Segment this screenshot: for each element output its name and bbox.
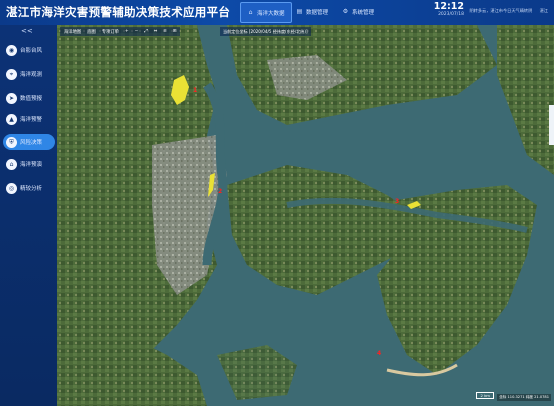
sidebar-item-label: 海洋预警 [20, 117, 43, 123]
house-icon: ⌂ [6, 158, 17, 170]
sidebar-item-label: 海洋观测 [20, 72, 43, 78]
map-marker-2[interactable]: 2 [218, 188, 222, 195]
sidebar-item-numerical-forecast[interactable]: ➤ 数值预报 [3, 90, 55, 106]
clock-date: 2023/07/18 [438, 12, 464, 17]
measure-icon[interactable]: ⇔ [154, 29, 158, 34]
map-imagery [57, 25, 554, 406]
satellite-map[interactable]: 1 2 3 4 2 km 坐标 110.3271 纬度 21.0781 [57, 25, 554, 406]
weather-info: 阴转多云，湛江市今日天气晴转阴 湛江 [469, 8, 548, 14]
special-order-button[interactable]: 专项订单 [102, 29, 119, 35]
sidebar-item-label: 数值预报 [20, 96, 43, 102]
nav-tab-label: 数据管理 [306, 9, 329, 16]
database-icon: ▤ [296, 7, 303, 15]
weather-text: 阴转多云，湛江市今日天气晴转阴 [469, 8, 533, 13]
map-scale-bar: 2 km [476, 392, 494, 399]
top-header: 湛江市海洋灾害预警辅助决策技术应用平台 ⌂ 海洋大数据 ▤ 数据管理 ⚙ 系统管… [0, 0, 554, 26]
sidebar-item-typhoon[interactable]: ◉ 台影台风 [3, 42, 55, 58]
sidebar-item-label: 台影台风 [20, 48, 43, 54]
telescope-icon: ⌖ [6, 68, 17, 80]
clock: 12:12 2023/07/18 [434, 1, 464, 17]
clock-time: 12:12 [433, 1, 464, 12]
nav-tab-label: 海洋大数据 [257, 10, 285, 17]
sidebar-item-label: 精较分析 [20, 186, 43, 192]
nav-tab-label: 系统管理 [352, 9, 375, 16]
nav-tab-marine-big-data[interactable]: ⌂ 海洋大数据 [240, 2, 292, 23]
sidebar-item-risk-decision[interactable]: ⛨ 风险决策 [3, 134, 55, 150]
sidebar: << ◉ 台影台风 ⌖ 海洋观测 ➤ 数值预报 ▲ 海洋预警 ⛨ 风险决策 ⌂ … [0, 25, 57, 406]
map-marker-4[interactable]: 4 [377, 350, 381, 357]
send-icon: ➤ [6, 92, 17, 104]
home-icon: ⌂ [248, 8, 253, 16]
basemap-button[interactable]: 底图 [87, 29, 96, 35]
nav-tab-system-management[interactable]: ⚙ 系统管理 [336, 2, 380, 21]
map-coordinate-status: 坐标 110.3271 纬度 21.0781 [497, 394, 551, 401]
zoom-out-button[interactable]: − [135, 29, 139, 34]
typhoon-icon: ◉ [6, 44, 17, 56]
layers-icon[interactable]: ≡ [163, 29, 167, 34]
current-location-readout: 当前定位坐标 [2020/04/5 经纬度(东经/北纬)] [220, 27, 311, 36]
app-title: 湛江市海洋灾害预警辅助决策技术应用平台 [6, 5, 231, 19]
nav-tab-data-management[interactable]: ▤ 数据管理 [290, 2, 334, 21]
sidebar-item-ocean-rehearsal[interactable]: ⌂ 海洋预演 [3, 156, 55, 172]
collapse-sidebar-button[interactable]: << [21, 27, 33, 35]
grid-icon[interactable]: ⊞ [173, 29, 177, 34]
fullscreen-icon[interactable]: ⤢ [144, 29, 147, 34]
map-marker-3[interactable]: 3 [395, 198, 399, 205]
map-marker-1[interactable]: 1 [193, 87, 197, 94]
settings-icon: ⚙ [342, 7, 349, 15]
shield-icon: ⛨ [6, 136, 17, 148]
sidebar-item-label: 海洋预演 [20, 162, 43, 168]
map-toolbar: 海洋地图 底图 专项订单 + − ⤢ ⇔ ≡ ⊞ [60, 27, 181, 36]
sidebar-item-ocean-observation[interactable]: ⌖ 海洋观测 [3, 66, 55, 82]
ocean-map-button[interactable]: 海洋地图 [64, 29, 81, 35]
zoom-in-button[interactable]: + [125, 29, 129, 34]
user-name[interactable]: 湛江 [540, 8, 548, 13]
warning-icon: ▲ [6, 113, 17, 125]
sidebar-item-label: 风险决策 [20, 140, 43, 146]
sidebar-item-analysis[interactable]: ◎ 精较分析 [3, 180, 55, 196]
analysis-icon: ◎ [6, 182, 17, 194]
sidebar-item-ocean-warning[interactable]: ▲ 海洋预警 [3, 111, 55, 127]
